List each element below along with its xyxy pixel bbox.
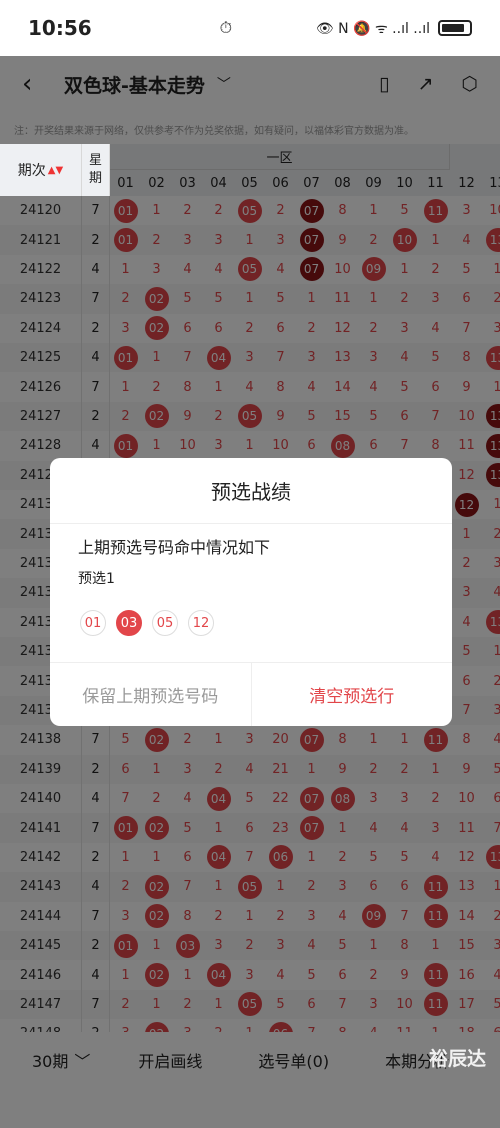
header-period-label: 期次 — [17, 163, 46, 179]
battery-icon — [438, 20, 472, 36]
status-time: 10:56 — [28, 16, 92, 40]
preselect-balls: 01 03 05 12 — [80, 610, 214, 636]
sort-icon[interactable]: ▲▼ — [48, 165, 63, 176]
status-bar: 10:56 ⏱ 👁 N 🔕 ᯤ ..ıl ..ıl — [0, 0, 500, 56]
preselect-ball: 12 — [188, 610, 214, 636]
header-period[interactable]: 期次 ▲▼ — [0, 144, 82, 196]
clear-preselect-button[interactable]: 清空预选行 — [252, 663, 453, 726]
preselect-ball-hit: 03 — [116, 610, 142, 636]
preselect-ball: 05 — [152, 610, 178, 636]
clock-icon: ⏱ — [219, 18, 233, 37]
preselect-label: 预选1 — [78, 571, 115, 587]
preselect-ball: 01 — [80, 610, 106, 636]
header-week: 星 期 — [82, 144, 110, 196]
dialog-buttons: 保留上期预选号码 清空预选行 — [50, 662, 452, 726]
dialog-message: 上期预选号码命中情况如下 — [78, 538, 271, 557]
dialog-title: 预选战绩 — [50, 458, 452, 524]
status-icons: 👁 N 🔕 ᯤ ..ıl ..ıl — [316, 19, 472, 38]
signal-icons: 👁 N 🔕 ᯤ ..ıl ..ıl — [315, 20, 430, 37]
preselect-dialog: 预选战绩 上期预选号码命中情况如下 预选1 01 03 05 12 保留上期预选号码 … — [50, 458, 452, 726]
keep-previous-button[interactable]: 保留上期预选号码 — [50, 663, 252, 726]
watermark: 裕辰达 — [428, 1048, 486, 1070]
